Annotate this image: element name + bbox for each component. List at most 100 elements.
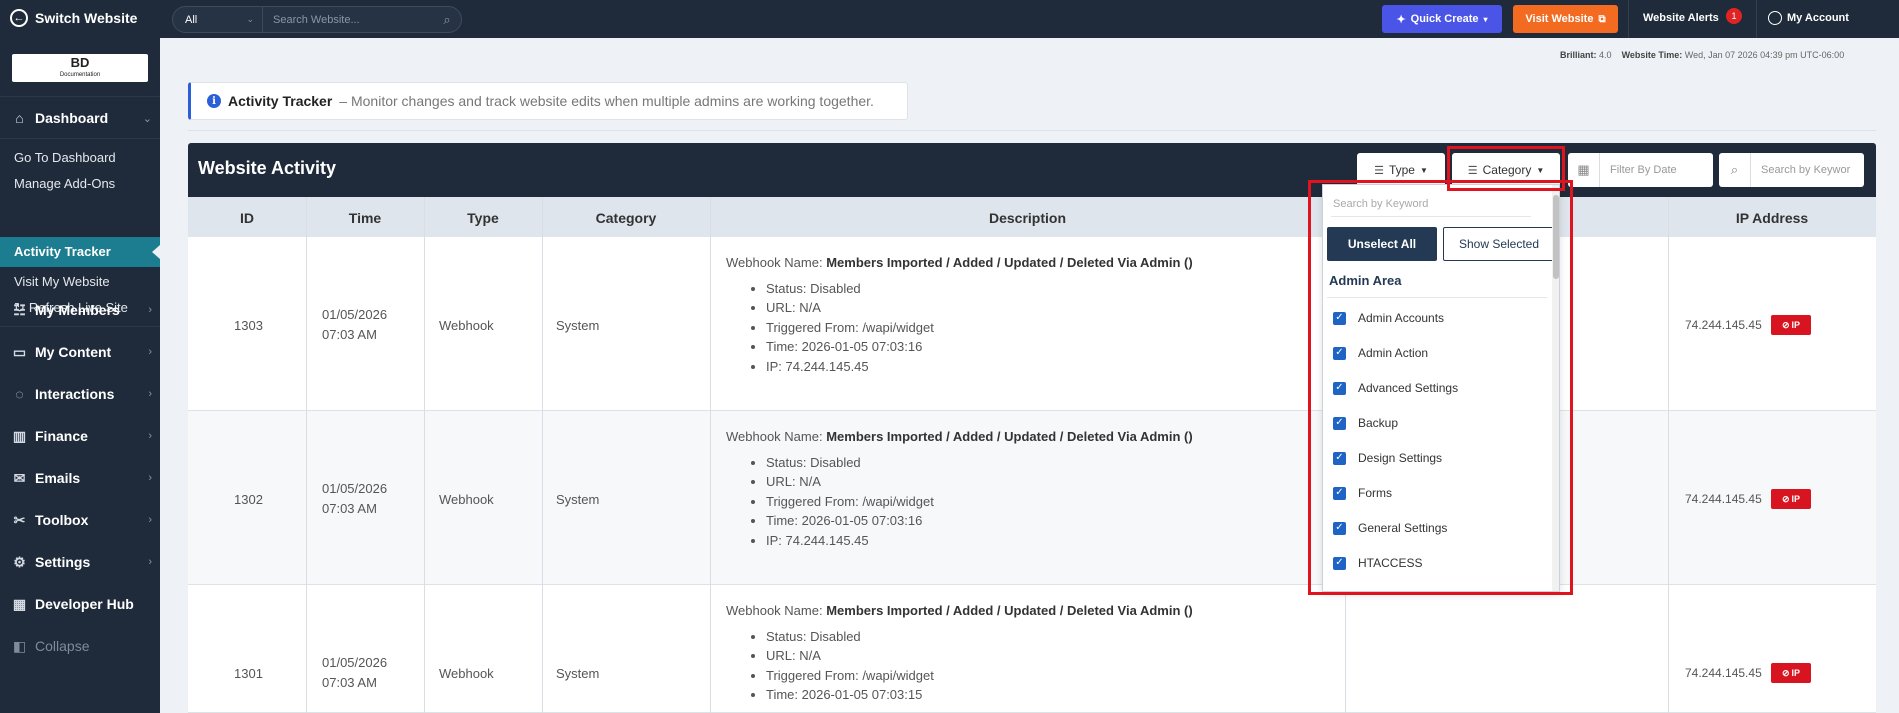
checkbox-checked-icon[interactable]: ✓ bbox=[1333, 346, 1346, 360]
sidebar-item-label: Settings bbox=[35, 554, 91, 570]
checkbox-checked-icon[interactable]: ✓ bbox=[1333, 416, 1346, 430]
sidebar-item-finance[interactable]: ▥ Finance › bbox=[12, 425, 152, 447]
site-logo[interactable]: BD Documentation bbox=[12, 54, 148, 82]
arrow-left-icon: ← bbox=[10, 9, 28, 27]
website-search-input[interactable] bbox=[263, 13, 433, 26]
sidebar-collapse-button[interactable]: ◧ Collapse bbox=[12, 635, 152, 657]
tools-icon: ✂ bbox=[13, 511, 26, 528]
date-filter-input[interactable]: ▦ Filter By Date bbox=[1568, 153, 1713, 187]
detail-item: Status: Disabled bbox=[766, 279, 1193, 299]
keyword-search-input[interactable]: ⌕ Search by Keywor bbox=[1719, 153, 1864, 187]
quick-create-button[interactable]: ✦ Quick Create ▾ bbox=[1382, 5, 1502, 33]
keyword-search-placeholder: Search by Keywor bbox=[1761, 164, 1851, 176]
column-header-type[interactable]: Type bbox=[424, 210, 542, 226]
option-label: Forms bbox=[1358, 486, 1392, 500]
checkbox-checked-icon[interactable]: ✓ bbox=[1333, 521, 1346, 535]
category-option[interactable]: ✓ Backup bbox=[1333, 416, 1398, 430]
users-icon: ☷ bbox=[13, 301, 26, 318]
grid-icon: ▦ bbox=[12, 595, 27, 612]
row-category: System bbox=[556, 318, 600, 333]
sidebar-item-label: My Content bbox=[35, 344, 112, 360]
detail-item: URL: N/A bbox=[766, 472, 1193, 492]
ip-ban-button[interactable]: ⊘ IP bbox=[1771, 663, 1811, 683]
search-scope-value: All bbox=[185, 13, 198, 26]
show-selected-button[interactable]: Show Selected bbox=[1443, 227, 1555, 261]
detail-item: Time: 2026-01-05 07:03:16 bbox=[766, 511, 1193, 531]
type-filter-button[interactable]: ☰ Type ▼ bbox=[1357, 153, 1445, 187]
sidebar-sub-go-to-dashboard[interactable]: Go To Dashboard bbox=[14, 150, 116, 165]
detail-item: Triggered From: /wapi/widget bbox=[766, 492, 1193, 512]
search-icon: ⌕ bbox=[1719, 153, 1751, 187]
date-filter-placeholder: Filter By Date bbox=[1610, 164, 1677, 176]
category-search-input[interactable]: Search by Keyword bbox=[1331, 193, 1531, 217]
detail-list: Status: Disabled URL: N/A Triggered From… bbox=[726, 453, 1193, 551]
sidebar-item-label: Finance bbox=[35, 428, 88, 444]
row-id: 1303 bbox=[234, 318, 263, 333]
sidebar-item-developer-hub[interactable]: ▦ Developer Hub bbox=[12, 593, 152, 615]
checkbox-checked-icon[interactable]: ✓ bbox=[1333, 381, 1346, 395]
category-option[interactable]: ✓ HTACCESS bbox=[1333, 556, 1422, 570]
category-option[interactable]: ✓ Advanced Settings bbox=[1333, 381, 1458, 395]
ban-icon: ⊘ bbox=[1781, 319, 1790, 330]
category-option[interactable]: ✓ Design Settings bbox=[1333, 451, 1442, 465]
row-description: Webhook Name: Members Imported / Added /… bbox=[726, 427, 1193, 550]
category-option[interactable]: ✓ Forms bbox=[1333, 486, 1392, 500]
type-filter-label: Type bbox=[1388, 163, 1415, 177]
row-description: Webhook Name: Members Imported / Added /… bbox=[726, 253, 1193, 376]
sidebar-item-toolbox[interactable]: ✂ Toolbox › bbox=[12, 509, 152, 531]
sidebar-item-settings[interactable]: ⚙ Settings › bbox=[12, 551, 152, 573]
sidebar-item-interactions[interactable]: ◌ Interactions › bbox=[12, 383, 152, 405]
row-type: Webhook bbox=[439, 318, 494, 333]
category-option[interactable]: ✓ Admin Accounts bbox=[1333, 311, 1444, 325]
row-id: 1302 bbox=[234, 492, 263, 507]
category-option[interactable]: ✓ General Settings bbox=[1333, 521, 1447, 535]
checkbox-checked-icon[interactable]: ✓ bbox=[1333, 451, 1346, 465]
user-icon bbox=[1768, 11, 1782, 25]
activity-tracker-info: i Activity Tracker – Monitor changes and… bbox=[188, 82, 908, 120]
sidebar-item-my-content[interactable]: ▭ My Content › bbox=[12, 341, 152, 363]
row-ip: 74.244.145.45 bbox=[1685, 318, 1762, 332]
ip-ban-button[interactable]: ⊘ IP bbox=[1771, 489, 1811, 509]
topbar-divider bbox=[1628, 0, 1629, 38]
sidebar-sub-visit-my-website[interactable]: Visit My Website bbox=[14, 274, 110, 289]
checkbox-checked-icon[interactable]: ✓ bbox=[1333, 556, 1346, 570]
option-label: Admin Accounts bbox=[1358, 311, 1445, 325]
option-label: HTACCESS bbox=[1358, 556, 1423, 570]
category-filter-button[interactable]: ☰ Category ▼ bbox=[1452, 153, 1560, 187]
sidebar-item-emails[interactable]: ✉ Emails › bbox=[12, 467, 152, 489]
row-date: 01/05/2026 bbox=[322, 307, 388, 322]
visit-website-button[interactable]: Visit Website ⧉ bbox=[1513, 5, 1618, 33]
chat-icon: ◌ bbox=[15, 386, 24, 402]
unselect-all-button[interactable]: Unselect All bbox=[1327, 227, 1437, 261]
column-header-category[interactable]: Category bbox=[542, 210, 710, 226]
column-divider bbox=[542, 197, 543, 713]
checkbox-checked-icon[interactable]: ✓ bbox=[1333, 486, 1346, 500]
sidebar-sub-manage-add-ons[interactable]: Manage Add-Ons bbox=[14, 176, 115, 191]
ban-icon: ⊘ bbox=[1781, 667, 1790, 678]
sidebar-item-label: Interactions bbox=[35, 386, 115, 402]
my-account-menu[interactable]: My Account bbox=[1768, 11, 1849, 25]
chevron-right-icon: › bbox=[148, 472, 152, 484]
group-divider bbox=[1327, 297, 1547, 298]
option-label: Design Settings bbox=[1358, 451, 1443, 465]
chevron-right-icon: › bbox=[148, 556, 152, 568]
checkbox-checked-icon[interactable]: ✓ bbox=[1333, 311, 1346, 325]
column-header-ip-address[interactable]: IP Address bbox=[1668, 210, 1876, 226]
column-header-description[interactable]: Description bbox=[710, 210, 1345, 226]
column-header-time[interactable]: Time bbox=[306, 210, 424, 226]
row-date: 01/05/2026 bbox=[322, 481, 388, 496]
sidebar-item-dashboard[interactable]: ⌂ Dashboard ⌄ bbox=[12, 107, 152, 129]
sidebar-item-my-members[interactable]: ☷ My Members › bbox=[12, 299, 152, 321]
dropdown-scrollbar-thumb[interactable] bbox=[1553, 195, 1559, 279]
website-alerts-link[interactable]: Website Alerts bbox=[1643, 12, 1719, 24]
webhook-name-label: Webhook Name: bbox=[726, 603, 823, 618]
row-type: Webhook bbox=[439, 492, 494, 507]
sidebar-item-label: My Members bbox=[35, 302, 120, 318]
search-icon[interactable]: ⌕ bbox=[433, 12, 461, 28]
chevron-right-icon: › bbox=[148, 388, 152, 400]
search-scope-select[interactable]: All ⌄ bbox=[173, 7, 263, 32]
ip-ban-button[interactable]: ⊘ IP bbox=[1771, 315, 1811, 335]
category-option[interactable]: ✓ Admin Action bbox=[1333, 346, 1428, 360]
switch-website-button[interactable]: ← Switch Website bbox=[10, 9, 137, 27]
column-header-id[interactable]: ID bbox=[188, 210, 306, 226]
